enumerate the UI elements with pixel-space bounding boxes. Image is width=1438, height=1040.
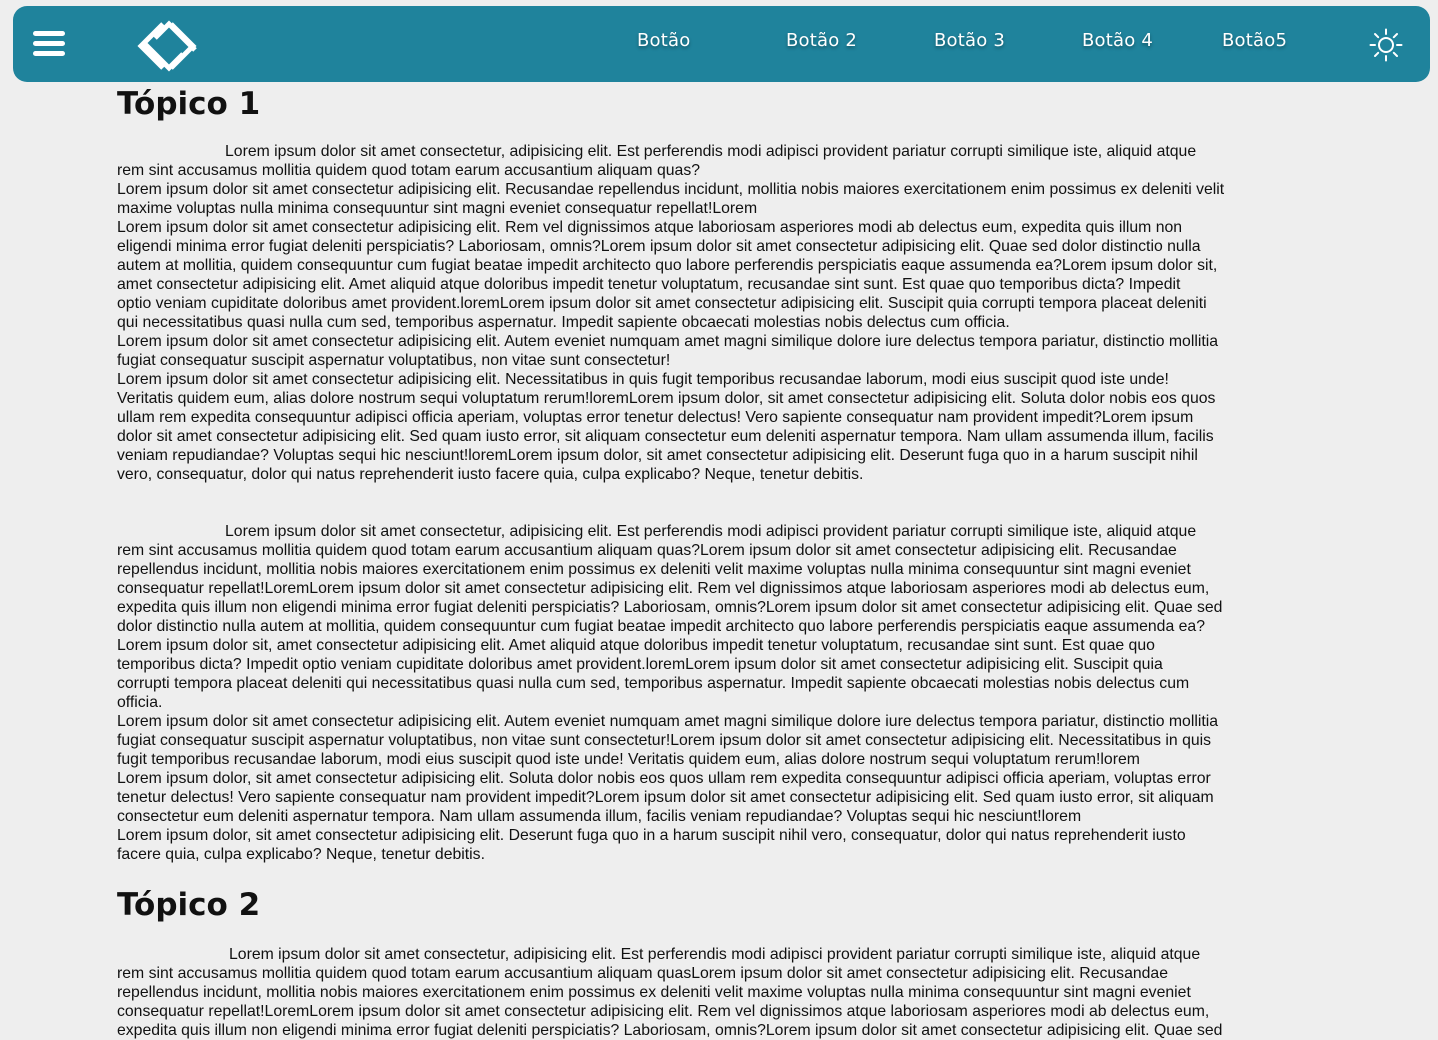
paragraph-line: Lorem ipsum dolor sit, amet consectetur … <box>117 637 1155 654</box>
paragraph-line: consequatur repellat!LoremLorem ipsum do… <box>117 1003 1210 1020</box>
paragraph-line: facere quia, culpa explicabo? Neque, ten… <box>117 846 485 863</box>
paragraph-line: veniam repudiandae? Voluptas sequi hic n… <box>117 447 1198 464</box>
paragraph-line: optio veniam cupiditate doloribus amet p… <box>117 295 1207 312</box>
paragraph-line: amet consectetur adipisicing elit. Amet … <box>117 276 1181 293</box>
paragraph-line: rem sint accusamus mollitia quidem quod … <box>117 965 1168 982</box>
paragraph-line: Lorem ipsum dolor, sit amet consectetur … <box>117 770 1211 787</box>
paragraph-line: dolor sit amet consectetur adipisicing e… <box>117 428 1214 445</box>
paragraph-line: dolor distinctio nulla autem at mollitia… <box>117 618 1205 635</box>
nav-button-4[interactable]: Botão 4 <box>1082 30 1153 51</box>
paragraph-line: corrupti tempora placeat deleniti qui ne… <box>117 675 1190 692</box>
navbar: Botão Botão 2 Botão 3 Botão 4 Botão5 <box>13 6 1430 82</box>
paragraph-line: officia. <box>117 694 163 711</box>
paragraph-line: qui necessitatibus quasi nulla cum sed, … <box>117 314 1010 331</box>
paragraph-line: consequatur repellat!LoremLorem ipsum do… <box>117 580 1210 597</box>
paragraph-line: rem sint accusamus mollitia quidem quod … <box>117 542 1177 559</box>
paragraph-line: fugiat consequatur suscipit aspernatur v… <box>117 732 1212 749</box>
hamburger-menu-icon[interactable] <box>33 31 65 59</box>
topic-1-paragraph-2: Lorem ipsum dolor sit amet consectetur, … <box>117 522 1315 864</box>
paragraph-line: Lorem ipsum dolor sit amet consectetur, … <box>225 523 1197 540</box>
paragraph-line: autem at mollitia, quidem consequuntur c… <box>117 257 1218 274</box>
paragraph-line: repellendus incidunt, mollitia nobis mai… <box>117 561 1191 578</box>
paragraph-line: repellendus incidunt, mollitia nobis mai… <box>117 984 1191 1001</box>
paragraph-line: maxime voluptas nulla minima consequuntu… <box>117 200 758 217</box>
nav-button-3[interactable]: Botão 3 <box>934 30 1005 51</box>
paragraph-line: Lorem ipsum dolor sit amet consectetur a… <box>117 713 1219 730</box>
paragraph-line: expedita quis illum non eligendi minima … <box>117 1022 1223 1039</box>
paragraph-line: temporibus dicta? Impedit optio veniam c… <box>117 656 1163 673</box>
paragraph-line: fugiat consequatur suscipit aspernatur v… <box>117 352 671 369</box>
paragraph-line: consectetur eum deleniti aspernatur temp… <box>117 808 1082 825</box>
paragraph-line: Lorem ipsum dolor sit amet consectetur a… <box>117 371 1169 388</box>
topic-1-title: Tópico 1 <box>117 86 261 122</box>
diamond-logo[interactable] <box>137 18 205 74</box>
paragraph-line: Lorem ipsum dolor, sit amet consectetur … <box>117 827 1186 844</box>
topic-2-paragraph-1: Lorem ipsum dolor sit amet consectetur, … <box>117 945 1315 1040</box>
paragraph-line: expedita quis illum non eligendi minima … <box>117 599 1223 616</box>
nav-button-2[interactable]: Botão 2 <box>786 30 857 51</box>
paragraph-line: Veritatis quidem eum, alias dolore nostr… <box>117 390 1216 407</box>
topic-2-title: Tópico 2 <box>117 887 261 923</box>
paragraph-line: Lorem ipsum dolor sit amet consectetur, … <box>229 946 1201 963</box>
paragraph-line: Lorem ipsum dolor sit amet consectetur a… <box>117 181 1225 198</box>
nav-button-1[interactable]: Botão <box>637 30 690 51</box>
paragraph-line: vero, consequatur, dolor qui natus repre… <box>117 466 864 483</box>
main-content: Tópico 1 Lorem ipsum dolor sit amet cons… <box>117 84 1315 1040</box>
paragraph-line: tenetur delectus! Vero sapiente consequa… <box>117 789 1214 806</box>
topic-1-paragraph-1: Lorem ipsum dolor sit amet consectetur, … <box>117 142 1315 484</box>
paragraph-line: eligendi minima error fugiat deleniti pe… <box>117 238 1201 255</box>
paragraph-line: Lorem ipsum dolor sit amet consectetur a… <box>117 219 1183 236</box>
paragraph-line: Lorem ipsum dolor sit amet consectetur, … <box>225 143 1197 160</box>
nav-button-5[interactable]: Botão5 <box>1222 30 1287 51</box>
paragraph-line: Lorem ipsum dolor sit amet consectetur a… <box>117 333 1219 350</box>
paragraph-line: fugit temporibus recusandae laborum, mod… <box>117 751 1140 768</box>
paragraph-line: ullam rem expedita consequuntur adipisci… <box>117 409 1194 426</box>
paragraph-line: rem sint accusamus mollitia quidem quod … <box>117 162 701 179</box>
sun-icon[interactable] <box>1369 28 1403 62</box>
